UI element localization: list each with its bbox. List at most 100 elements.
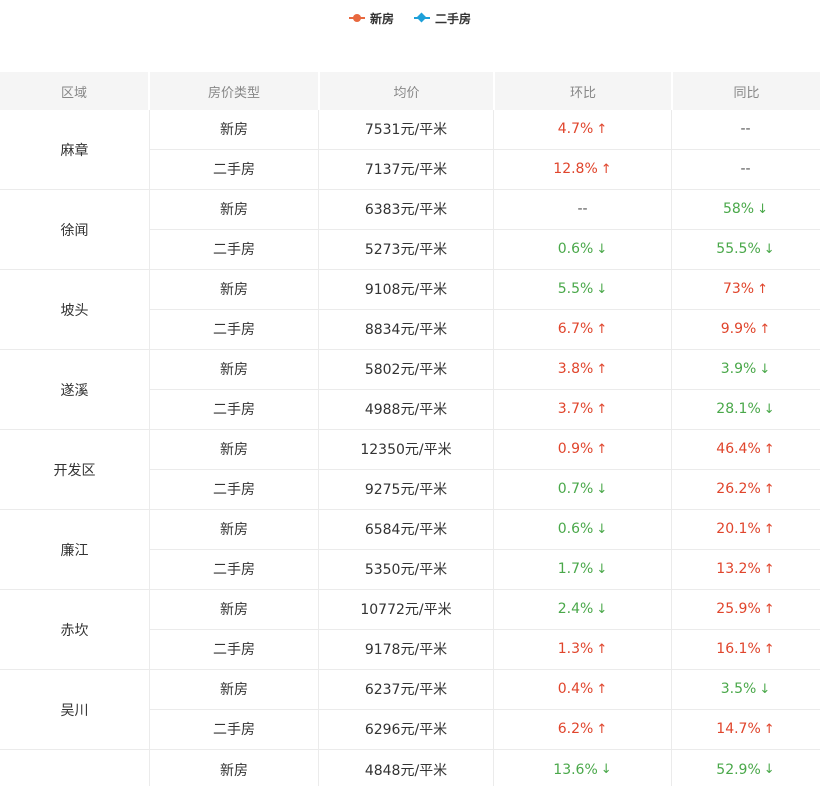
yoy-cell-value: 26.2% [716, 481, 761, 498]
yoy-cell-value: 73% [722, 281, 755, 298]
arrow-down-icon: ↓ [759, 681, 771, 697]
yoy-cell: 55.5% ↓ [672, 230, 819, 270]
mom-cell-value: 0.6% [557, 241, 594, 258]
mom-cell: 0.9% ↑ [494, 430, 672, 469]
mom-cell: 0.6% ↓ [494, 510, 672, 549]
price-cell-value: 6237元/平米 [364, 682, 448, 699]
region-group: 廉江 新房 6584元/平米 0.6% ↓ 20.1% ↑ 二手房 5350元/平米 1.7% ↓ 1… [0, 510, 820, 590]
type-cell-value: 新房 [220, 602, 248, 619]
legend-item[interactable]: 二手房 [414, 10, 471, 27]
price-cell-value: 9108元/平米 [364, 282, 448, 299]
type-cell: 新房 [150, 670, 319, 709]
price-cell-value: 9178元/平米 [364, 642, 448, 659]
price-cell: 12350元/平米 [319, 430, 494, 469]
price-cell: 9275元/平米 [319, 469, 494, 509]
region-group: 遂溪 新房 5802元/平米 3.8% ↑ 3.9% ↓ 二手房 4988元/平米 3.7% ↑ 28… [0, 350, 820, 430]
type-cell: 新房 [150, 510, 319, 549]
yoy-cell: 3.9% ↓ [672, 350, 819, 389]
mom-cell-value: 5.5% [557, 281, 594, 298]
price-cell-value: 6296元/平米 [364, 722, 448, 739]
table-row: 新房 5802元/平米 3.8% ↑ 3.9% ↓ [150, 350, 820, 390]
region-cell: 吴川 [0, 670, 150, 749]
mom-cell-value: 13.6% [553, 761, 598, 778]
price-cell-value: 7531元/平米 [364, 122, 448, 139]
price-cell-value: 5350元/平米 [364, 562, 448, 579]
type-cell: 二手房 [150, 229, 319, 269]
mom-cell: 3.7% ↑ [494, 389, 672, 429]
type-cell-value: 新房 [220, 522, 248, 539]
yoy-cell: 20.1% ↑ [672, 510, 819, 549]
price-cell: 6584元/平米 [319, 510, 494, 549]
table-header: 区域 房价类型 均价 环比 同比 [0, 72, 820, 110]
price-cell: 7531元/平米 [319, 110, 494, 149]
yoy-cell-value: 14.7% [716, 721, 761, 738]
yoy-cell-value: 13.2% [716, 561, 761, 578]
column-header-price[interactable]: 均价 [320, 72, 495, 110]
type-cell: 二手房 [150, 389, 319, 429]
type-cell-value: 二手房 [213, 562, 255, 579]
mom-cell: -- [494, 190, 672, 229]
arrow-down-icon: ↓ [596, 241, 608, 257]
mom-cell: 5.5% ↓ [494, 270, 672, 309]
region-cell: 坡头 [0, 270, 150, 349]
table-row: 二手房 4988元/平米 3.7% ↑ 28.1% ↓ [150, 389, 820, 430]
mom-cell-value: 0.9% [557, 441, 594, 458]
price-cell-value: 12350元/平米 [360, 442, 452, 459]
column-header-type[interactable]: 房价类型 [150, 72, 320, 110]
arrow-up-icon: ↑ [759, 321, 771, 337]
mom-cell: 12.8% ↑ [494, 149, 672, 189]
yoy-cell: 46.4% ↑ [672, 430, 819, 469]
type-cell-value: 新房 [220, 682, 248, 699]
mom-cell-value: 2.4% [557, 601, 594, 618]
yoy-cell-value: 52.9% [716, 761, 761, 778]
type-cell: 新房 [150, 110, 319, 149]
mom-cell-value: 1.3% [557, 641, 594, 658]
yoy-cell-value: 9.9% [720, 321, 757, 338]
mom-cell: 0.6% ↓ [494, 229, 672, 269]
column-header-mom[interactable]: 环比 [495, 72, 673, 110]
price-cell-value: 5273元/平米 [364, 242, 448, 259]
type-cell: 新房 [150, 270, 319, 309]
type-cell-value: 二手房 [213, 402, 255, 419]
yoy-cell: -- [672, 110, 819, 149]
region-cell: 遂溪 [0, 350, 150, 429]
arrow-down-icon: ↓ [596, 601, 608, 617]
arrow-up-icon: ↑ [596, 321, 608, 337]
yoy-cell-value: 3.9% [720, 361, 757, 378]
arrow-up-icon: ↑ [596, 121, 608, 137]
type-cell-value: 新房 [220, 202, 248, 219]
type-cell-value: 二手房 [213, 242, 255, 259]
yoy-cell: 28.1% ↓ [672, 390, 819, 430]
yoy-cell-value: 55.5% [716, 241, 761, 258]
yoy-cell-value: 28.1% [716, 401, 761, 418]
column-header-region[interactable]: 区域 [0, 72, 150, 110]
yoy-cell: 14.7% ↑ [672, 710, 819, 750]
column-header-yoy[interactable]: 同比 [673, 72, 820, 110]
type-cell-value: 二手房 [213, 482, 255, 499]
mom-cell-value: 3.8% [557, 361, 594, 378]
region-cell [0, 750, 150, 786]
legend-item[interactable]: 新房 [348, 10, 394, 27]
region-cell: 赤坎 [0, 590, 150, 669]
legend-label: 二手房 [435, 11, 472, 26]
yoy-cell: 73% ↑ [672, 270, 819, 309]
table-row: 新房 10772元/平米 2.4% ↓ 25.9% ↑ [150, 590, 820, 630]
arrow-up-icon: ↑ [596, 361, 608, 377]
arrow-up-icon: ↑ [763, 721, 775, 737]
table-row: 二手房 8834元/平米 6.7% ↑ 9.9% ↑ [150, 309, 820, 349]
table-row: 二手房 9178元/平米 1.3% ↑ 16.1% ↑ [150, 629, 820, 669]
type-cell: 二手房 [150, 309, 319, 349]
yoy-cell-value: 25.9% [716, 601, 761, 618]
price-cell: 5273元/平米 [319, 229, 494, 269]
region-group: 新房 4848元/平米 13.6% ↓ 52.9% ↓ [0, 750, 820, 786]
mom-cell-value: 3.7% [557, 401, 594, 418]
type-cell-value: 二手房 [213, 162, 255, 179]
type-cell-value: 新房 [220, 762, 248, 779]
legend-dot-icon [348, 13, 365, 23]
region-group: 徐闻 新房 6383元/平米 -- 58% ↓ 二手房 5273元/平米 0.6% ↓ 55.5% ↓ [0, 190, 820, 270]
mom-cell: 4.7% ↑ [494, 110, 672, 149]
mom-cell-value: 0.7% [557, 481, 594, 498]
arrow-up-icon: ↑ [763, 481, 775, 497]
table-row: 二手房 6296元/平米 6.2% ↑ 14.7% ↑ [150, 709, 820, 750]
region-group: 麻章 新房 7531元/平米 4.7% ↑ -- 二手房 7137元/平米 12.8% ↑ -- [0, 110, 820, 190]
